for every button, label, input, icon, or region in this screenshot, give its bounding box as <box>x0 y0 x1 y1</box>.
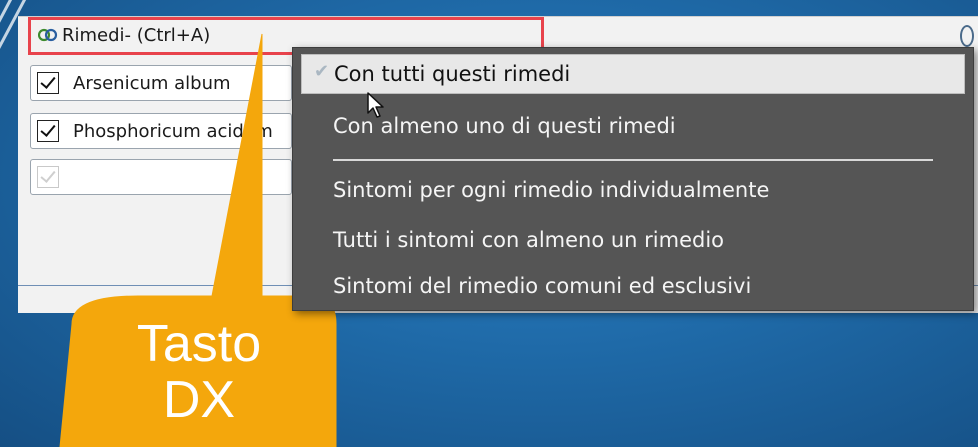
menu-item-label: Con tutti questi rimedi <box>334 62 571 86</box>
checkmark-icon: ✔ <box>314 61 330 82</box>
context-menu: ✔ Con tutti questi rimedi Con almeno uno… <box>292 47 974 311</box>
menu-item-label: Sintomi per ogni rimedio individualmente <box>333 178 770 202</box>
callout-line-2: DX <box>162 371 236 429</box>
mouse-cursor-icon <box>367 92 384 118</box>
menu-item-con-almeno-uno[interactable]: Con almeno uno di questi rimedi <box>301 106 965 146</box>
callout-label: Tasto DX <box>66 316 332 428</box>
menu-separator <box>333 159 933 161</box>
menu-item-sintomi-ogni-rimedio[interactable]: Sintomi per ogni rimedio individualmente <box>301 170 965 210</box>
menu-item-tutti-sintomi[interactable]: Tutti i sintomi con almeno un rimedio <box>301 220 965 260</box>
callout-line-1: Tasto <box>136 315 262 373</box>
menu-item-label: Sintomi del rimedio comuni ed esclusivi <box>333 274 752 298</box>
menu-item-label: Tutti i sintomi con almeno un rimedio <box>333 228 725 252</box>
menu-item-sintomi-comuni[interactable]: Sintomi del rimedio comuni ed esclusivi <box>301 266 965 306</box>
menu-item-con-tutti[interactable]: ✔ Con tutti questi rimedi <box>301 54 965 94</box>
